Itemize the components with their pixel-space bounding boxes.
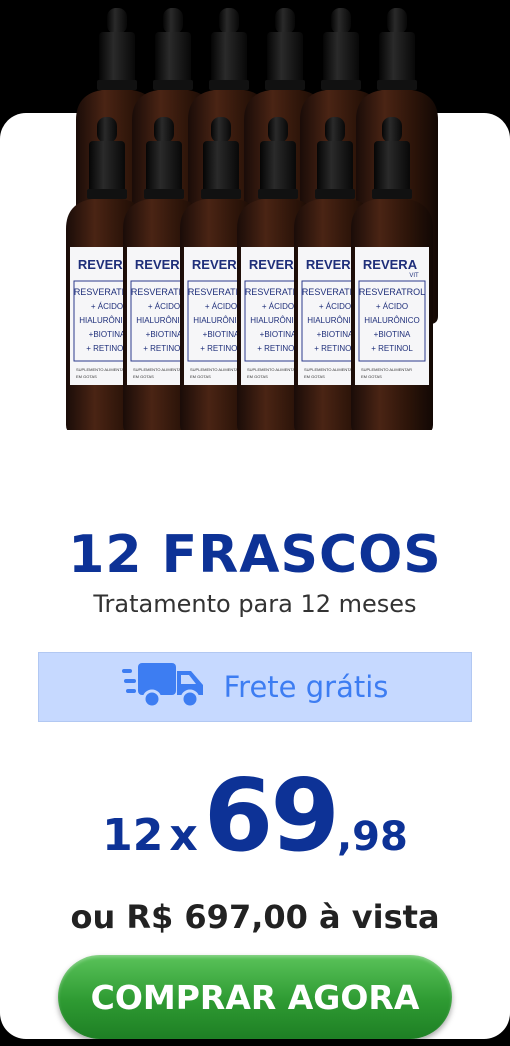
bottle-footer-text: SUPLEMENTO ALIMENTAR <box>190 367 241 372</box>
bottle-label-line: + ÁCIDO <box>148 302 180 311</box>
installment-price: 12 x69,98 <box>0 766 510 876</box>
installment-separator: x <box>169 810 198 861</box>
bottle-label-line: + RETINOL <box>314 344 356 353</box>
bottle-footer-text: SUPLEMENTO ALIMENTAR <box>133 367 184 372</box>
bottle-label-line: + RETINOL <box>200 344 242 353</box>
bottle-label-line: RESVERATROL <box>359 287 425 297</box>
bottle-label-line: +BIOTINA <box>260 330 297 339</box>
offer-subtitle: Tratamento para 12 meses <box>93 590 417 618</box>
bottle-footer-text-2: EM GOTAS <box>133 374 154 379</box>
bottle-label-line: +BIOTINA <box>317 330 354 339</box>
free-shipping-banner: Frete grátis <box>38 652 472 722</box>
bottle-label-line: + ÁCIDO <box>91 302 123 311</box>
bottle-footer-text: SUPLEMENTO ALIMENTAR <box>361 367 412 372</box>
installment-value-integer: 69 <box>203 757 340 874</box>
buy-now-button[interactable]: COMPRAR AGORA <box>58 955 452 1039</box>
bottle-label-line: + RETINOL <box>143 344 185 353</box>
bottle-label-line: +BIOTINA <box>374 330 411 339</box>
bottle-label-line: HIALURÔNICO <box>364 316 420 325</box>
bottle-label-line: +BIOTINA <box>146 330 183 339</box>
bottle-label-line: +BIOTINA <box>203 330 240 339</box>
bottle-label-line: + ÁCIDO <box>376 302 408 311</box>
cash-price: ou R$ 697,00 à vista <box>70 898 440 936</box>
bottles-svg: REVERAVIT RESVERATROL + ÁCIDO HIALURÔNICO +B… <box>66 8 438 430</box>
bottle-brand-suffix: VIT <box>409 273 419 279</box>
bottle-footer-text: SUPLEMENTO ALIMENTAR <box>76 367 127 372</box>
bottle-label-line: + RETINOL <box>257 344 299 353</box>
free-shipping-label: Frete grátis <box>223 670 389 704</box>
delivery-truck-icon <box>121 659 208 716</box>
bottle-footer-text-2: EM GOTAS <box>361 374 382 379</box>
bottle-label-line: + ÁCIDO <box>205 302 237 311</box>
offer-title: 12 FRASCOS <box>68 525 442 585</box>
bottle-footer-text-2: EM GOTAS <box>76 374 97 379</box>
bottle-footer-text: SUPLEMENTO ALIMENTAR <box>304 367 355 372</box>
bottle-footer-text: SUPLEMENTO ALIMENTAR <box>247 367 298 372</box>
installment-count: 12 <box>102 810 164 861</box>
bottle-label-line: + ÁCIDO <box>262 302 294 311</box>
bottle-label-line: + RETINOL <box>86 344 128 353</box>
bottle-brand-text: REVERA <box>363 257 418 272</box>
bottle-label-line: +BIOTINA <box>89 330 126 339</box>
product-image-bottles: REVERAVIT RESVERATROL + ÁCIDO HIALURÔNICO +B… <box>20 0 490 430</box>
bottle-footer-text-2: EM GOTAS <box>190 374 211 379</box>
installment-value-cents: ,98 <box>336 814 408 860</box>
bottle-label-line: + RETINOL <box>371 344 413 353</box>
bottle-label-line: + ÁCIDO <box>319 302 351 311</box>
bottle-footer-text-2: EM GOTAS <box>247 374 268 379</box>
bottle-footer-text-2: EM GOTAS <box>304 374 325 379</box>
